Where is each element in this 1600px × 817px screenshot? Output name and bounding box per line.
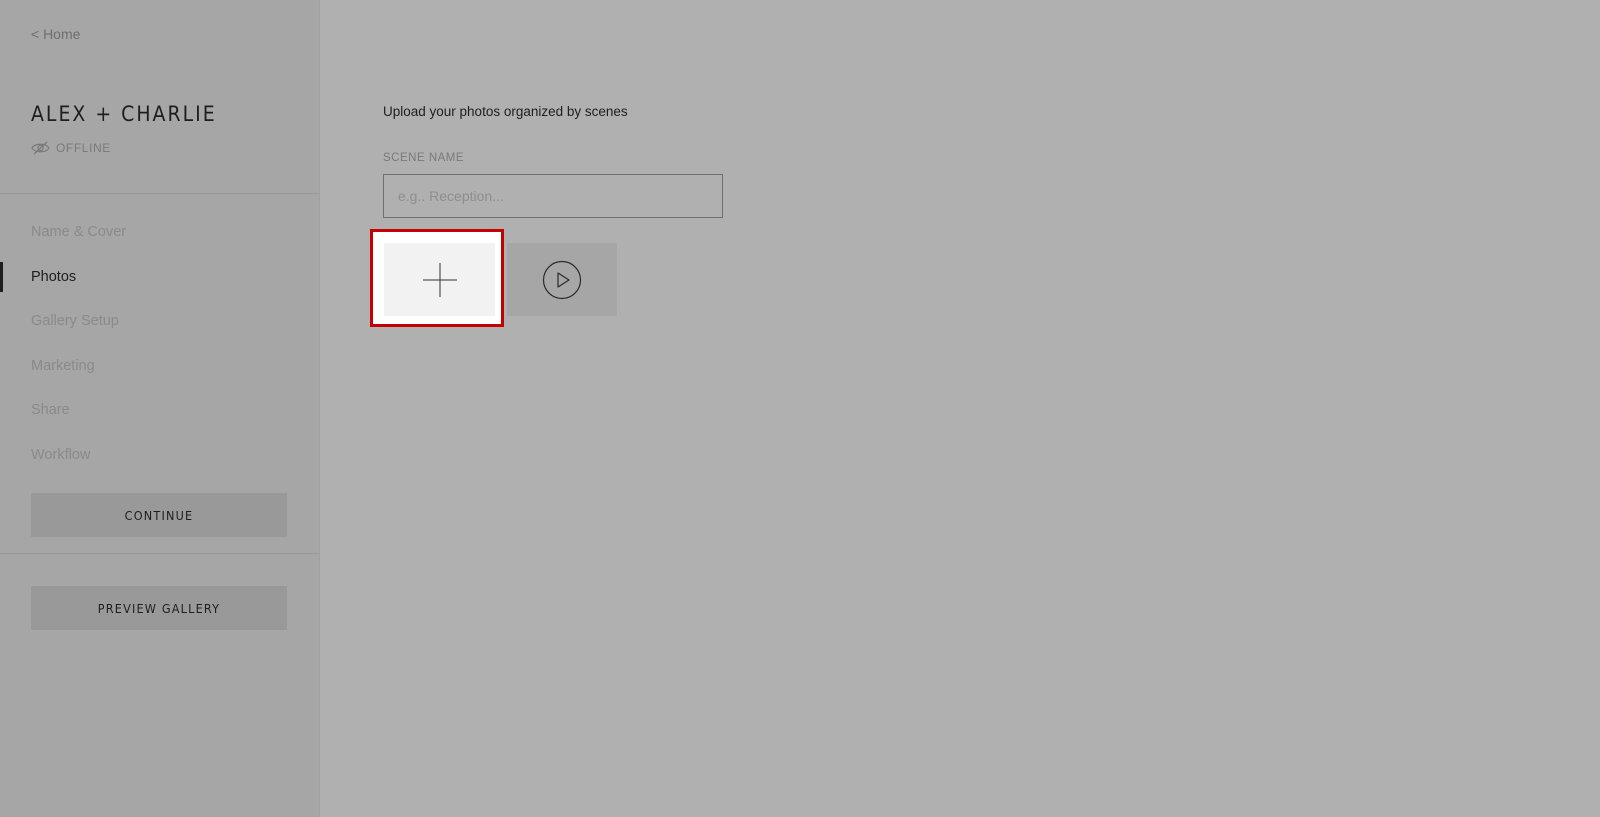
nav-item-marketing[interactable]: Marketing [0,349,319,394]
scene-name-input[interactable] [383,174,723,218]
play-circle-icon [542,260,582,300]
nav-item-photos[interactable]: Photos [0,260,319,305]
eye-slash-icon [31,141,50,155]
sidebar-divider [0,193,319,194]
sidebar-divider-bottom [0,553,319,554]
main-content: Upload your photos organized by scenes S… [320,0,1600,817]
nav-item-name-cover[interactable]: Name & Cover [0,215,319,260]
scene-name-label: SCENE NAME [383,152,465,164]
preview-gallery-button[interactable]: PREVIEW GALLERY [31,586,287,630]
status-indicator: OFFLINE [31,141,111,155]
gallery-title: ALEX + CHARLIE [31,102,217,126]
sidebar-nav: Name & Cover Photos Gallery Setup Market… [0,215,319,482]
add-photos-button[interactable] [384,243,495,316]
app: < Home ALEX + CHARLIE OFFLINE Name & Cov… [0,0,1600,817]
plus-icon [423,263,457,297]
add-video-button[interactable] [507,243,617,316]
nav-item-workflow[interactable]: Workflow [0,438,319,483]
nav-item-gallery-setup[interactable]: Gallery Setup [0,304,319,349]
upload-instructions: Upload your photos organized by scenes [383,104,628,119]
home-link[interactable]: < Home [31,26,80,42]
status-label: OFFLINE [56,141,111,155]
nav-item-share[interactable]: Share [0,393,319,438]
add-photos-highlight [370,229,504,327]
sidebar: < Home ALEX + CHARLIE OFFLINE Name & Cov… [0,0,320,817]
continue-button[interactable]: CONTINUE [31,493,287,537]
